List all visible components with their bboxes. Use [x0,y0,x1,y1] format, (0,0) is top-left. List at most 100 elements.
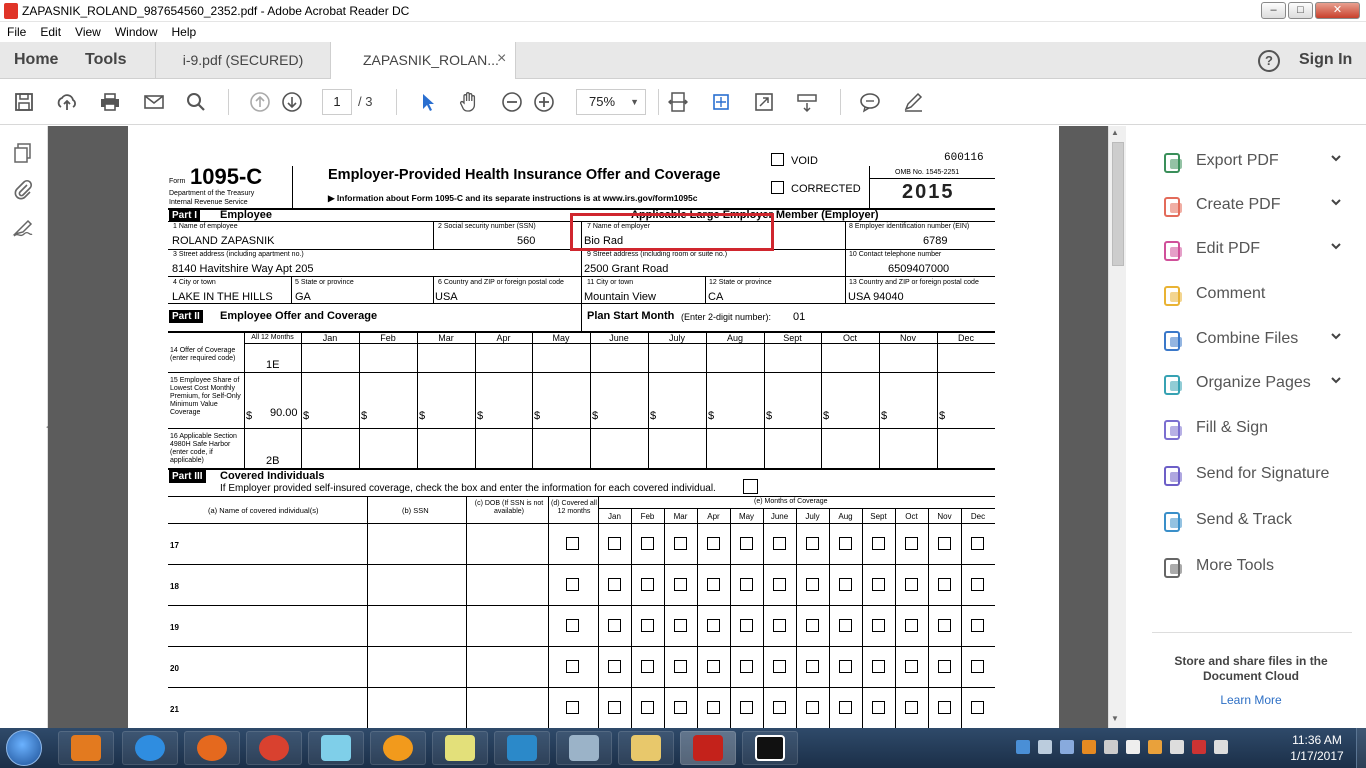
month-checkbox[interactable] [674,578,687,591]
scroll-thumb[interactable] [1112,142,1124,266]
all-12-months-checkbox[interactable] [566,660,579,673]
menu-window[interactable]: Window [108,22,165,39]
month-checkbox[interactable] [707,701,720,714]
month-checkbox[interactable] [872,701,885,714]
month-checkbox[interactable] [971,578,984,591]
menu-view[interactable]: View [68,22,108,39]
month-checkbox[interactable] [872,660,885,673]
all-12-months-checkbox[interactable] [566,701,579,714]
month-checkbox[interactable] [740,701,753,714]
signature-pen-icon[interactable] [12,216,34,238]
tool-fill-sign[interactable]: Fill & Sign [1136,411,1366,447]
help-icon[interactable]: ? [1258,50,1280,72]
tool-organize-pages[interactable]: Organize Pages [1136,366,1366,402]
month-checkbox[interactable] [773,660,786,673]
zoom-select[interactable]: 75% ▼ [576,89,646,115]
month-checkbox[interactable] [971,660,984,673]
comment-icon[interactable] [859,91,881,113]
menu-file[interactable]: File [0,22,33,39]
month-checkbox[interactable] [641,619,654,632]
zoom-out-icon[interactable] [501,91,523,113]
full-screen-icon[interactable] [753,91,775,113]
month-checkbox[interactable] [905,660,918,673]
taskbar-internet-explorer[interactable] [122,731,178,765]
month-checkbox[interactable] [839,701,852,714]
month-checkbox[interactable] [971,537,984,550]
taskbar-sticky-notes[interactable] [432,731,488,765]
zoom-in-icon[interactable] [533,91,555,113]
page-number-input[interactable]: 1 [322,89,352,115]
month-checkbox[interactable] [674,537,687,550]
month-checkbox[interactable] [773,619,786,632]
month-checkbox[interactable] [641,578,654,591]
month-checkbox[interactable] [872,578,885,591]
menu-edit[interactable]: Edit [33,22,68,39]
taskbar-calculator[interactable] [556,731,612,765]
taskbar-acrobat-reader[interactable] [680,731,736,765]
scroll-mode-icon[interactable] [796,91,818,113]
tool-combine-files[interactable]: Combine Files [1136,322,1366,358]
month-checkbox[interactable] [806,619,819,632]
month-checkbox[interactable] [806,578,819,591]
chevron-down-icon[interactable] [1330,330,1342,345]
taskbar-notepad-app[interactable] [308,731,364,765]
fit-width-icon[interactable] [667,91,689,113]
month-checkbox[interactable] [608,701,621,714]
chevron-down-icon[interactable] [1330,240,1342,255]
month-checkbox[interactable] [872,619,885,632]
taskbar-chrome[interactable] [246,731,302,765]
month-checkbox[interactable] [905,619,918,632]
document-viewer[interactable]: Form 1095-C Department of the Treasury I… [48,126,1126,728]
email-icon[interactable] [143,91,165,113]
maximize-button[interactable]: □ [1288,2,1313,19]
page-thumbnails-icon[interactable] [12,142,34,164]
tool-create-pdf[interactable]: Create PDF [1136,188,1366,224]
month-checkbox[interactable] [608,578,621,591]
hand-tool-icon[interactable] [458,91,480,113]
chevron-down-icon[interactable] [1330,374,1342,389]
month-checkbox[interactable] [740,578,753,591]
month-checkbox[interactable] [641,537,654,550]
fit-page-icon[interactable] [710,91,732,113]
corrected-checkbox[interactable] [771,181,784,194]
month-checkbox[interactable] [839,537,852,550]
month-checkbox[interactable] [608,660,621,673]
select-arrow-icon[interactable] [416,91,438,113]
month-checkbox[interactable] [938,660,951,673]
month-checkbox[interactable] [905,537,918,550]
save-icon[interactable] [13,91,35,113]
void-checkbox[interactable] [771,153,784,166]
tool-comment[interactable]: Comment [1136,277,1366,313]
tool-more-tools[interactable]: More Tools [1136,549,1366,585]
month-checkbox[interactable] [806,660,819,673]
highlight-pen-icon[interactable] [902,91,924,113]
tab-close-icon[interactable]: × [497,50,506,68]
sign-in-button[interactable]: Sign In [1299,51,1352,69]
tab-doc-zapasnik[interactable]: ZAPASNIK_ROLAN... × [330,42,516,79]
tool-edit-pdf[interactable]: Edit PDF [1136,232,1366,268]
month-checkbox[interactable] [674,619,687,632]
taskbar-firefox[interactable] [184,731,240,765]
all-12-months-checkbox[interactable] [566,537,579,550]
month-checkbox[interactable] [872,537,885,550]
minimize-button[interactable]: – [1261,2,1286,19]
month-checkbox[interactable] [674,660,687,673]
month-checkbox[interactable] [707,578,720,591]
menu-help[interactable]: Help [165,22,204,39]
learn-more-link[interactable]: Learn More [1156,693,1346,707]
month-checkbox[interactable] [905,578,918,591]
month-checkbox[interactable] [773,578,786,591]
system-tray-icons[interactable] [1016,740,1256,756]
month-checkbox[interactable] [608,619,621,632]
self-insured-checkbox[interactable] [743,479,758,494]
month-checkbox[interactable] [641,701,654,714]
tool-export-pdf[interactable]: Export PDF [1136,144,1366,180]
prev-page-icon[interactable] [249,91,271,113]
taskbar-flame-app[interactable] [370,731,426,765]
clock-time[interactable]: 11:36 AM [1282,733,1352,747]
taskbar-file-explorer[interactable] [618,731,674,765]
tab-doc-i9[interactable]: i-9.pdf (SECURED) [155,42,330,79]
taskbar-7zip[interactable] [742,731,798,765]
month-checkbox[interactable] [905,701,918,714]
chevron-down-icon[interactable] [1330,196,1342,211]
